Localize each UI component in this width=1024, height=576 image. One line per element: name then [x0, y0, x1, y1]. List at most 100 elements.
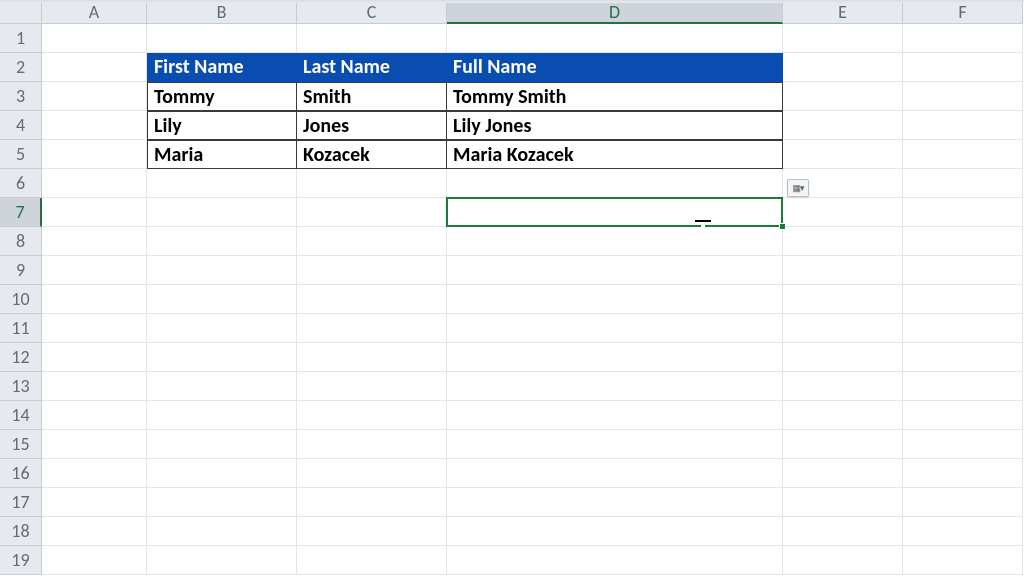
cell-A7[interactable]: [42, 198, 147, 227]
cell-A1[interactable]: [42, 24, 147, 53]
spreadsheet-grid[interactable]: ABCDEF 12345678910111213141516171819 Fir…: [0, 0, 1024, 576]
cell-A5[interactable]: [42, 140, 147, 169]
cell-F12[interactable]: [903, 343, 1023, 372]
cell-C6[interactable]: [297, 169, 447, 198]
row-header-4[interactable]: 4: [0, 111, 42, 140]
column-header-f[interactable]: F: [903, 0, 1023, 24]
column-header-e[interactable]: E: [783, 0, 903, 24]
row-header-10[interactable]: 10: [0, 285, 42, 314]
cell-F5[interactable]: [903, 140, 1023, 169]
cell-C15[interactable]: [297, 430, 447, 459]
cell-F7[interactable]: [903, 198, 1023, 227]
row-header-12[interactable]: 12: [0, 343, 42, 372]
cell-E12[interactable]: [783, 343, 903, 372]
cell-A13[interactable]: [42, 372, 147, 401]
cell-A3[interactable]: [42, 82, 147, 111]
row-header-14[interactable]: 14: [0, 401, 42, 430]
cell-A14[interactable]: [42, 401, 147, 430]
cell-A18[interactable]: [42, 517, 147, 546]
cell-A8[interactable]: [42, 227, 147, 256]
column-header-a[interactable]: A: [42, 0, 147, 24]
cell-D11[interactable]: [447, 314, 783, 343]
cell-B14[interactable]: [147, 401, 297, 430]
cell-F6[interactable]: [903, 169, 1023, 198]
column-header-d[interactable]: D: [447, 0, 783, 24]
cell-D16[interactable]: [447, 459, 783, 488]
cell-D6[interactable]: [447, 169, 783, 198]
cell-F2[interactable]: [903, 53, 1023, 82]
row-header-3[interactable]: 3: [0, 82, 42, 111]
cell-A15[interactable]: [42, 430, 147, 459]
cell-C12[interactable]: [297, 343, 447, 372]
cell-D5[interactable]: Maria Kozacek: [447, 140, 783, 169]
cell-B1[interactable]: [147, 24, 297, 53]
cell-F15[interactable]: [903, 430, 1023, 459]
row-header-8[interactable]: 8: [0, 227, 42, 256]
cell-C3[interactable]: Smith: [297, 82, 447, 111]
cell-E14[interactable]: [783, 401, 903, 430]
cell-D4[interactable]: Lily Jones: [447, 111, 783, 140]
fill-handle[interactable]: [779, 223, 786, 230]
cell-D1[interactable]: [447, 24, 783, 53]
cell-B11[interactable]: [147, 314, 297, 343]
cells-area[interactable]: First NameLast NameFull NameTommySmithTo…: [42, 24, 1023, 575]
cell-C8[interactable]: [297, 227, 447, 256]
cell-B12[interactable]: [147, 343, 297, 372]
cell-B3[interactable]: Tommy: [147, 82, 297, 111]
cell-E18[interactable]: [783, 517, 903, 546]
row-header-16[interactable]: 16: [0, 459, 42, 488]
cell-A19[interactable]: [42, 546, 147, 575]
cell-C5[interactable]: Kozacek: [297, 140, 447, 169]
cell-D2[interactable]: Full Name: [447, 53, 783, 82]
cell-C11[interactable]: [297, 314, 447, 343]
cell-D19[interactable]: [447, 546, 783, 575]
cell-F14[interactable]: [903, 401, 1023, 430]
cell-B10[interactable]: [147, 285, 297, 314]
cell-D7[interactable]: [447, 198, 783, 227]
cell-B4[interactable]: Lily: [147, 111, 297, 140]
cell-B6[interactable]: [147, 169, 297, 198]
cell-A10[interactable]: [42, 285, 147, 314]
column-header-c[interactable]: C: [297, 0, 447, 24]
cell-E16[interactable]: [783, 459, 903, 488]
cell-A16[interactable]: [42, 459, 147, 488]
cell-E11[interactable]: [783, 314, 903, 343]
row-header-9[interactable]: 9: [0, 256, 42, 285]
cell-D8[interactable]: [447, 227, 783, 256]
row-header-15[interactable]: 15: [0, 430, 42, 459]
cell-C18[interactable]: [297, 517, 447, 546]
cell-C16[interactable]: [297, 459, 447, 488]
cell-F19[interactable]: [903, 546, 1023, 575]
cell-F11[interactable]: [903, 314, 1023, 343]
cell-F18[interactable]: [903, 517, 1023, 546]
cell-E17[interactable]: [783, 488, 903, 517]
cell-B15[interactable]: [147, 430, 297, 459]
cell-E19[interactable]: [783, 546, 903, 575]
cell-D17[interactable]: [447, 488, 783, 517]
cell-B13[interactable]: [147, 372, 297, 401]
cell-E9[interactable]: [783, 256, 903, 285]
cell-F8[interactable]: [903, 227, 1023, 256]
select-all-corner[interactable]: [0, 0, 42, 24]
autofill-options-icon[interactable]: ▦▾: [787, 179, 809, 197]
cell-C7[interactable]: [297, 198, 447, 227]
row-header-5[interactable]: 5: [0, 140, 42, 169]
cell-C4[interactable]: Jones: [297, 111, 447, 140]
cell-E1[interactable]: [783, 24, 903, 53]
cell-D14[interactable]: [447, 401, 783, 430]
row-header-18[interactable]: 18: [0, 517, 42, 546]
row-header-19[interactable]: 19: [0, 546, 42, 575]
cell-F9[interactable]: [903, 256, 1023, 285]
cell-A11[interactable]: [42, 314, 147, 343]
cell-D15[interactable]: [447, 430, 783, 459]
cell-A2[interactable]: [42, 53, 147, 82]
cell-D18[interactable]: [447, 517, 783, 546]
row-header-7[interactable]: 7: [0, 198, 42, 227]
cell-A12[interactable]: [42, 343, 147, 372]
cell-F10[interactable]: [903, 285, 1023, 314]
cell-B9[interactable]: [147, 256, 297, 285]
cell-C9[interactable]: [297, 256, 447, 285]
cell-A9[interactable]: [42, 256, 147, 285]
cell-B19[interactable]: [147, 546, 297, 575]
row-header-17[interactable]: 17: [0, 488, 42, 517]
